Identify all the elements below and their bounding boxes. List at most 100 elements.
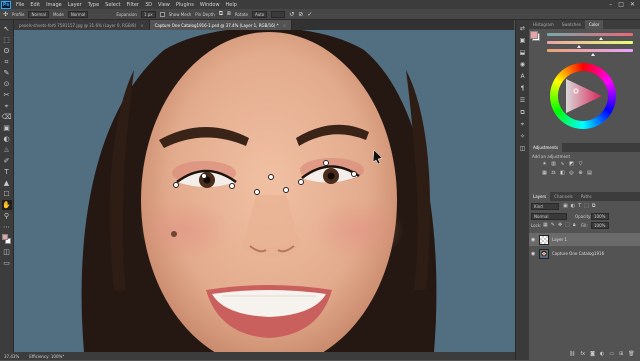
glyphs-icon[interactable]: ◫	[518, 144, 528, 154]
foreground-color-swatch[interactable]	[1, 234, 8, 240]
color-lookup-icon[interactable]: ▤	[586, 170, 593, 177]
warp-pin[interactable]	[298, 179, 304, 185]
red-slider[interactable]	[547, 33, 633, 36]
more-tools-icon[interactable]: ⋯	[2, 222, 12, 232]
add-mask-icon[interactable]: ◙	[590, 351, 595, 357]
green-slider-thumb[interactable]	[577, 45, 581, 48]
tab-color[interactable]: Color	[584, 20, 604, 29]
crop-tool-icon[interactable]: ✎	[2, 68, 12, 78]
paragraph-icon[interactable]: ¶	[518, 84, 528, 94]
commit-icon[interactable]: ✓	[307, 11, 312, 18]
filter-pixel-icon[interactable]: ▣	[563, 203, 568, 209]
menu-edit[interactable]: Edit	[27, 2, 43, 8]
tab-document-1[interactable]: pexels-shvets-forti 7581157.jpg @ 31.6% …	[14, 20, 150, 30]
kind-filter-dropdown[interactable]: Kind	[531, 203, 559, 210]
zoom-level[interactable]: 37.43%	[4, 354, 19, 359]
pin-back-icon[interactable]: ⧈	[227, 10, 231, 18]
tab-document-2[interactable]: Capture One Catalog1916-1.psd @ 37.4% (L…	[149, 20, 292, 30]
warp-pin[interactable]	[229, 183, 235, 189]
lock-image-icon[interactable]: ✎	[551, 222, 555, 228]
rotate-degree-field[interactable]	[271, 10, 286, 18]
document-canvas[interactable]	[14, 30, 515, 352]
object-select-tool-icon[interactable]: ⌗	[2, 57, 12, 67]
warp-pin[interactable]	[173, 182, 179, 188]
menu-3d[interactable]: 3D	[142, 2, 155, 8]
lock-transparent-icon[interactable]: ▦	[543, 222, 548, 228]
mode-dropdown[interactable]: Normal	[67, 10, 89, 18]
minimize-button[interactable]: –	[609, 0, 612, 9]
brush-tool-icon[interactable]: ⌫	[2, 112, 12, 122]
link-layers-icon[interactable]: ⛓	[569, 351, 575, 357]
visibility-eye-icon[interactable]: ◉	[531, 237, 536, 243]
saturation-triangle[interactable]	[562, 75, 604, 117]
eyedropper-tool-icon[interactable]: ✂	[2, 90, 12, 100]
filter-shape-icon[interactable]: ⬚	[584, 203, 589, 209]
brightness-icon[interactable]: ☀	[541, 161, 548, 168]
layer-row-capture-one[interactable]: ◉ Capture One Catalog1916	[529, 247, 640, 260]
hue-saturation-icon[interactable]: ▦	[541, 170, 548, 177]
opacity-field[interactable]: 100%	[591, 213, 609, 220]
menu-view[interactable]: View	[155, 2, 173, 8]
visibility-eye-icon[interactable]: ◉	[531, 251, 536, 257]
artboard-icon[interactable]: ▣	[518, 36, 528, 46]
tab-paths[interactable]: Paths	[577, 192, 596, 201]
healing-brush-tool-icon[interactable]: ⌖	[2, 101, 12, 111]
frame-tool-icon[interactable]: ⊙	[2, 79, 12, 89]
close-window-button[interactable]: ✕	[630, 0, 635, 9]
menu-filter[interactable]: Filter	[124, 2, 142, 8]
levels-icon[interactable]: ▥	[550, 161, 557, 168]
character-icon[interactable]: A	[518, 72, 528, 82]
menu-file[interactable]: File	[13, 2, 27, 8]
type-tool-icon[interactable]: T	[2, 167, 12, 177]
filter-adjustment-icon[interactable]: ◐	[571, 203, 575, 209]
show-mesh-checkbox[interactable]	[159, 11, 165, 17]
tab-layers[interactable]: Layers	[529, 192, 551, 201]
libraries-icon[interactable]: ◉	[518, 60, 528, 70]
reset-icon[interactable]: ↺	[289, 11, 294, 18]
menu-help[interactable]: Help	[223, 2, 240, 8]
curves-icon[interactable]: ∿	[559, 161, 566, 168]
rectangle-tool-icon[interactable]: ☐	[2, 189, 12, 199]
brush-settings-icon[interactable]: ✧	[518, 132, 528, 142]
delete-layer-icon[interactable]: 🗑︎	[628, 351, 634, 357]
screen-mode-icon[interactable]: ▭	[2, 258, 12, 268]
history-icon[interactable]: ☰	[518, 96, 528, 106]
eraser-tool-icon[interactable]: ♨	[2, 145, 12, 155]
menu-plugins[interactable]: Plugins	[173, 2, 197, 8]
vibrance-icon[interactable]: ▽	[577, 161, 584, 168]
move-tool-icon[interactable]: ↖	[2, 24, 12, 34]
tab-histogram[interactable]: Histogram	[529, 20, 558, 29]
navigator-icon[interactable]: ⌖	[518, 120, 528, 130]
collapse-panels-icon[interactable]: ⇄	[518, 24, 528, 34]
history-brush-tool-icon[interactable]: ◐	[2, 134, 12, 144]
warp-pin[interactable]	[201, 173, 207, 179]
blue-slider[interactable]	[547, 49, 633, 52]
foreground-color-chip[interactable]	[530, 31, 538, 39]
expansion-field[interactable]: 1 px	[140, 10, 156, 18]
hand-tool-icon[interactable]: ✋	[1, 199, 12, 210]
lock-artboard-icon[interactable]: ⬚	[565, 222, 570, 228]
lock-position-icon[interactable]: ✥	[558, 222, 562, 228]
warp-pin[interactable]	[351, 171, 357, 177]
warp-pin[interactable]	[268, 174, 274, 180]
puppet-warp-tool-icon[interactable]: ✣	[3, 11, 8, 18]
layer-style-icon[interactable]: fx	[580, 351, 585, 357]
menu-select[interactable]: Select	[102, 2, 123, 8]
menu-image[interactable]: Image	[43, 2, 65, 8]
blue-slider-thumb[interactable]	[591, 53, 595, 56]
exposure-icon[interactable]: ◩	[568, 161, 575, 168]
profile-dropdown[interactable]: Normal	[28, 10, 49, 18]
filter-type-icon[interactable]: T	[578, 203, 581, 209]
menu-layer[interactable]: Layer	[65, 2, 85, 8]
clone-stamp-tool-icon[interactable]: ▣	[2, 123, 12, 133]
warp-pin[interactable]	[254, 189, 260, 195]
color-balance-icon[interactable]: ⚖	[550, 170, 557, 177]
lasso-tool-icon[interactable]: ʘ	[2, 46, 12, 56]
fill-field[interactable]: 100%	[591, 222, 609, 229]
maximize-button[interactable]: □	[618, 0, 624, 9]
tab-adjustments[interactable]: Adjustments	[529, 143, 563, 152]
menu-type[interactable]: Type	[85, 2, 102, 8]
zoom-tool-icon[interactable]: ⚲	[2, 211, 12, 221]
black-white-icon[interactable]: ◧	[559, 170, 566, 177]
cancel-icon[interactable]: ⊘	[298, 11, 303, 18]
